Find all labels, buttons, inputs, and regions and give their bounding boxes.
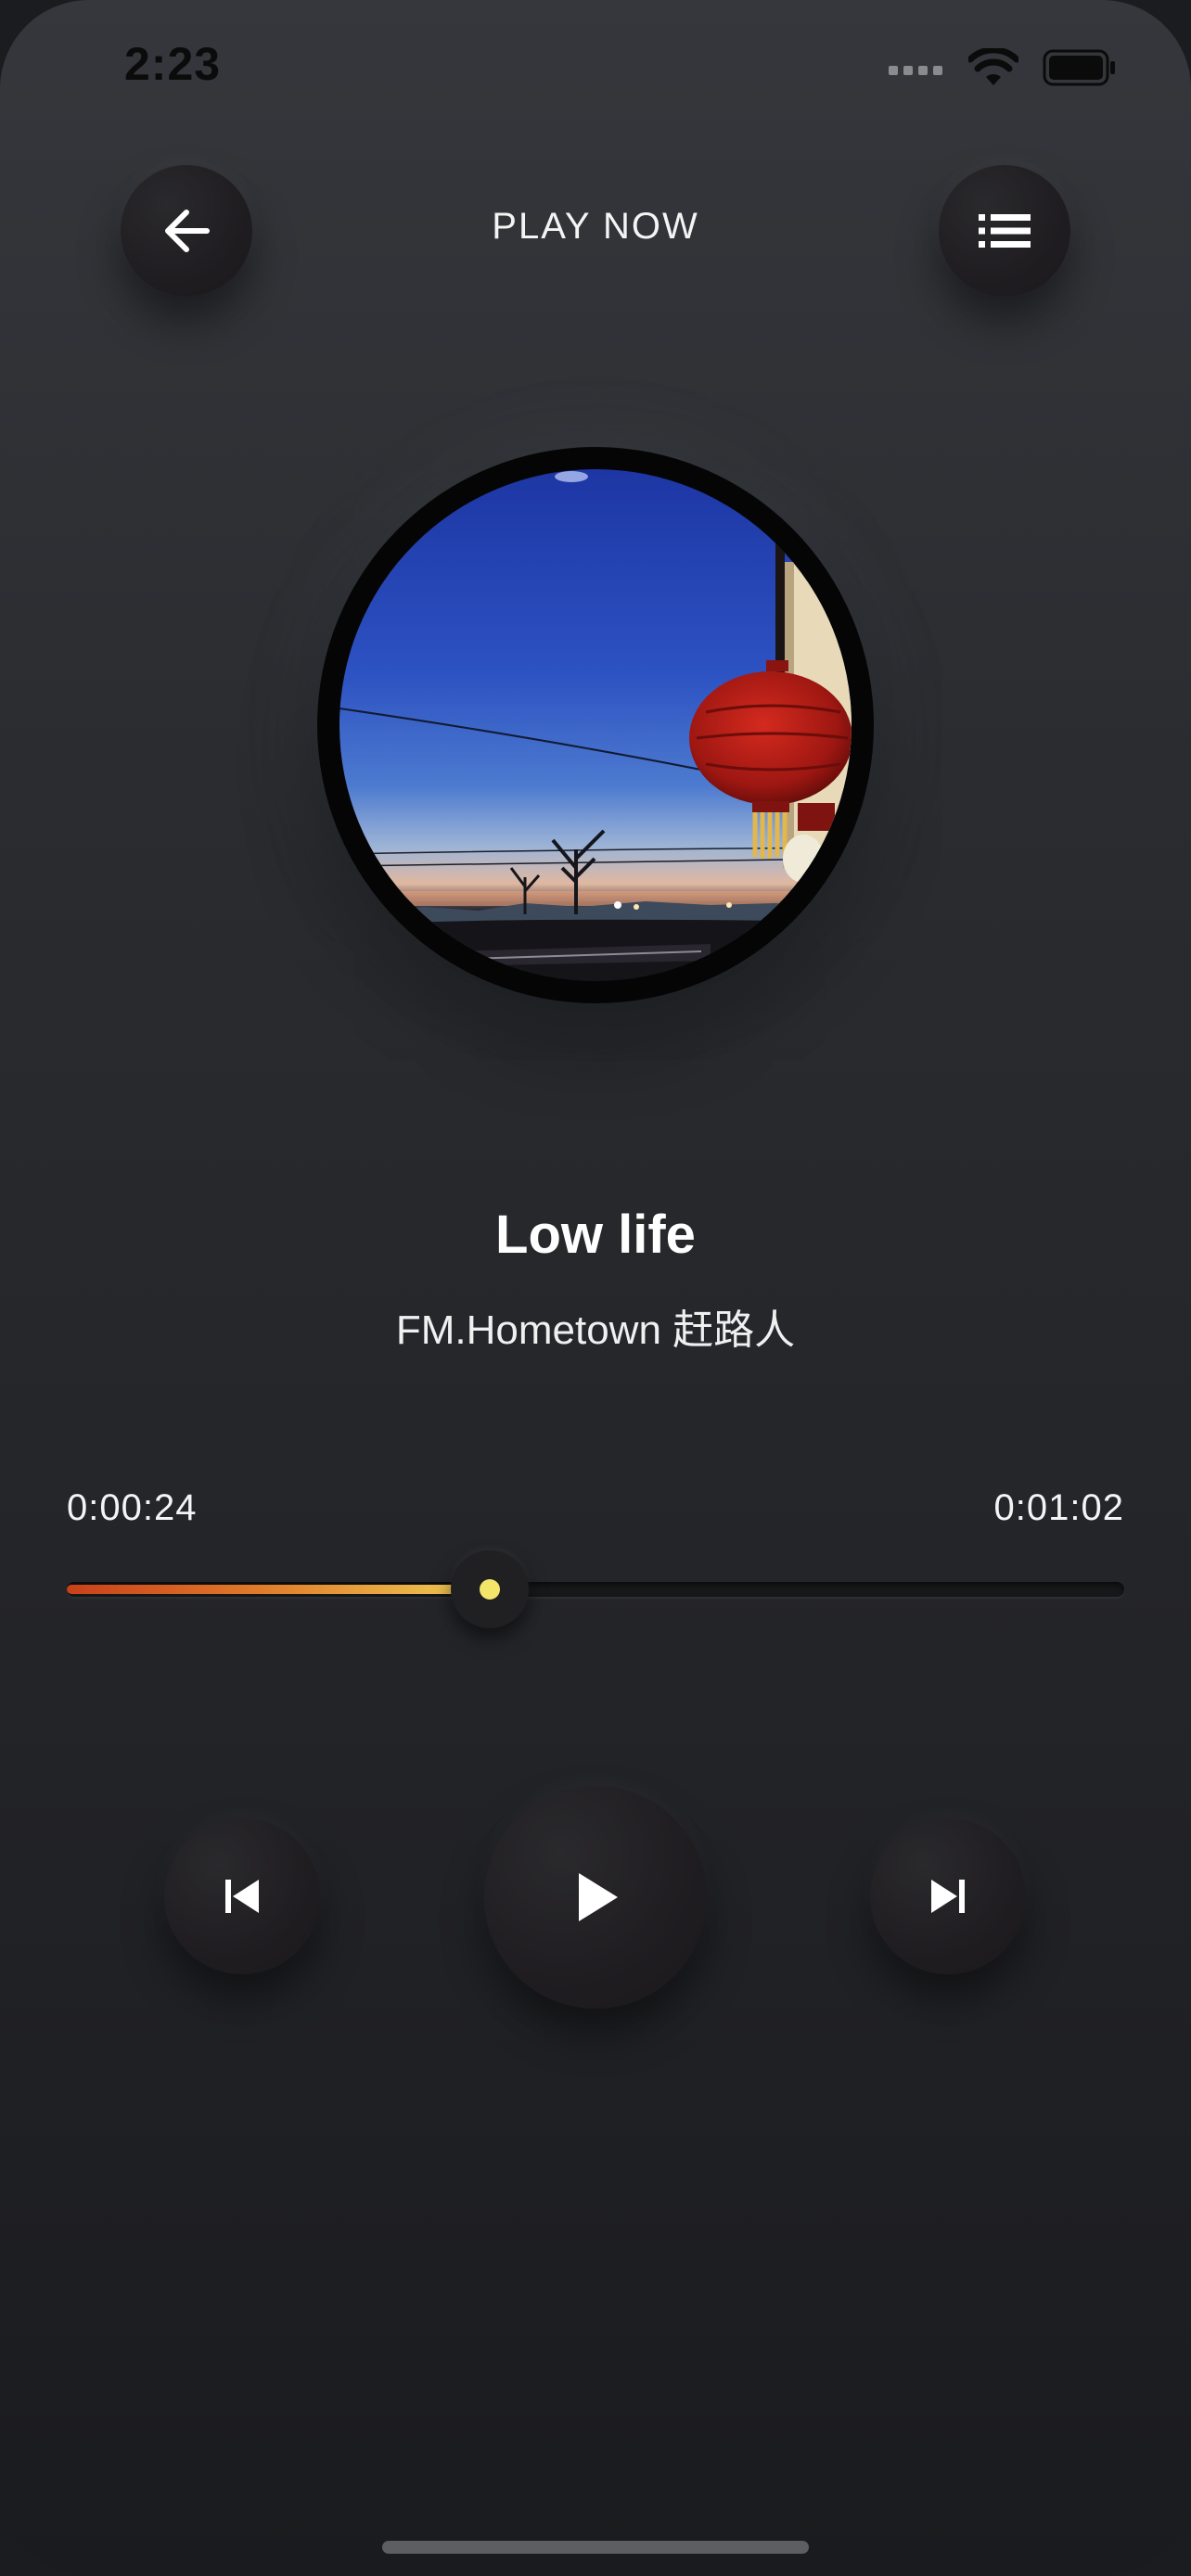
progress-track[interactable] — [67, 1582, 1124, 1597]
home-indicator[interactable] — [382, 2541, 809, 2554]
skip-next-icon — [931, 1880, 965, 1913]
song-artist: FM.Hometown 赶路人 — [395, 1307, 796, 1353]
progress-thumb[interactable] — [451, 1550, 529, 1628]
next-button[interactable] — [870, 1818, 1026, 1974]
play-icon — [579, 1873, 618, 1921]
song-title: Low life — [495, 1205, 696, 1265]
cellular-signal-icon — [889, 66, 942, 75]
play-button[interactable] — [484, 1786, 707, 2009]
playlist-button[interactable] — [939, 165, 1070, 297]
thumb-dot — [480, 1579, 500, 1600]
status-icons — [889, 46, 1117, 89]
album-photo — [339, 469, 852, 981]
list-icon — [979, 214, 1031, 248]
player-screen: 2:23 PLAY NOW Low life FM.Hometown 赶路人 0… — [0, 0, 1191, 2576]
elapsed-time: 0:00:24 — [67, 1487, 198, 1528]
total-time: 0:01:02 — [993, 1487, 1124, 1528]
progress-fill — [67, 1585, 490, 1594]
previous-button[interactable] — [164, 1818, 320, 1974]
battery-icon — [1043, 49, 1115, 86]
wifi-icon — [968, 48, 1018, 85]
album-artwork-frame — [317, 447, 874, 1003]
status-time: 2:23 — [124, 38, 222, 90]
album-artwork — [339, 469, 852, 981]
skip-previous-icon — [225, 1880, 259, 1913]
